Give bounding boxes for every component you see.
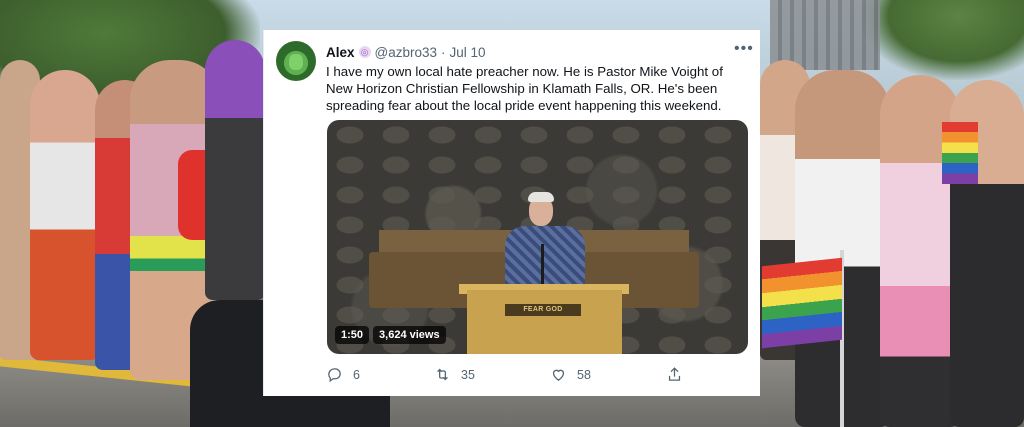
crowd-person [30,70,100,360]
tweet-text: I have my own local hate preacher now. H… [326,64,723,113]
pulpit [467,290,622,354]
tweet-header: Alex ◎ @azbro33 · Jul 10 [326,43,486,61]
retweet-button[interactable]: 35 [434,366,475,383]
rainbow-flag [942,122,978,184]
tweet-date[interactable]: Jul 10 [450,45,486,60]
avatar-face [289,54,303,70]
video-duration: 1:50 [335,326,370,344]
reply-icon [328,368,341,383]
reply-button[interactable]: 6 [326,366,360,383]
heart-icon [552,369,565,381]
video-views: 3,624 views [373,326,446,344]
microphone [541,244,544,288]
trees [860,0,1024,80]
video-info: 1:50 3,624 views [335,326,446,344]
pulpit-sign: FEAR GOD [505,304,581,316]
like-button[interactable]: 58 [550,366,591,383]
tweet-actions: 6 35 58 [326,366,726,386]
video-player[interactable]: FEAR GOD 1:50 3,624 views [327,120,748,354]
crowd-person [205,40,265,300]
avatar[interactable] [276,41,316,81]
preacher-hair [528,192,554,202]
retweet-icon [437,368,448,381]
reply-count: 6 [353,367,360,382]
like-count: 58 [577,367,591,382]
more-options-icon[interactable]: ••• [734,40,754,58]
emoji-badge-icon: ◎ [358,46,371,58]
author-name[interactable]: Alex [326,45,355,60]
share-button[interactable] [666,366,683,383]
tweet-card[interactable]: Alex ◎ @azbro33 · Jul 10 ••• I have my o… [263,30,760,396]
author-handle[interactable]: @azbro33 [375,45,438,60]
retweet-count: 35 [461,367,475,382]
separator: · [441,44,446,60]
share-icon [668,367,681,381]
rainbow-flag [762,257,842,349]
